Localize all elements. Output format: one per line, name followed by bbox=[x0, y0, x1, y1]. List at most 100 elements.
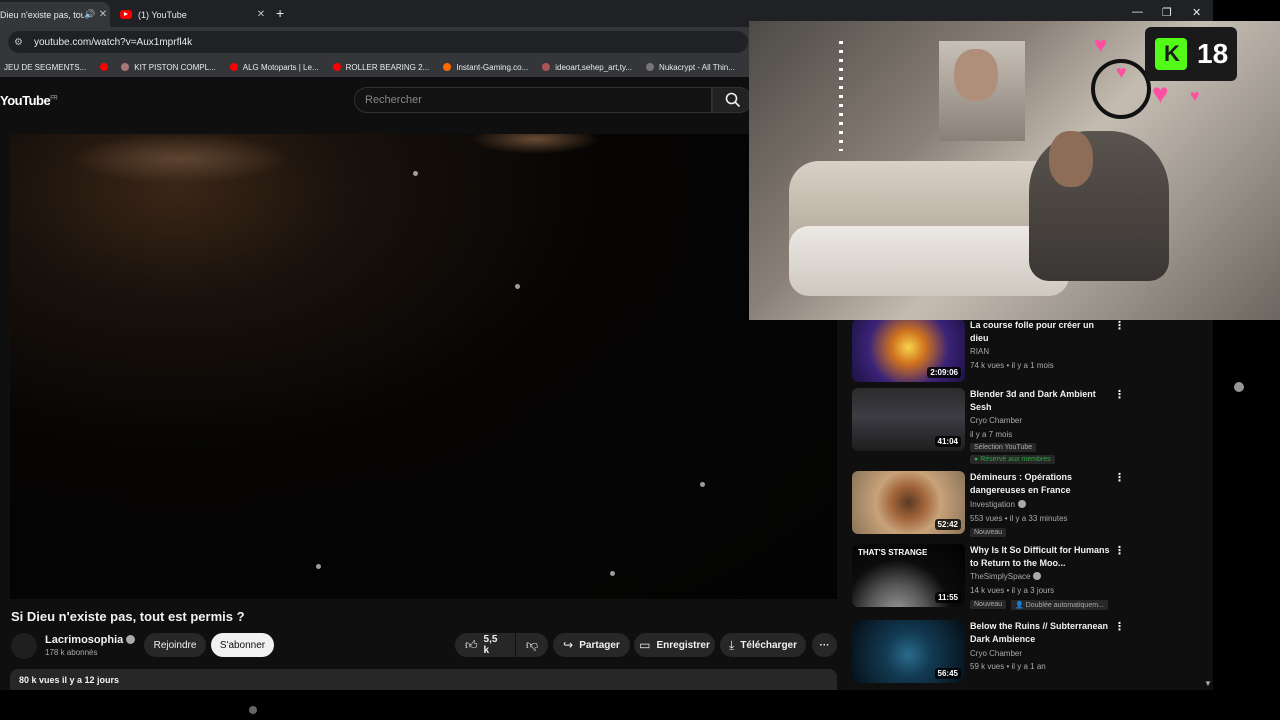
screen-speck bbox=[249, 706, 257, 714]
save-button[interactable]: ▭ Enregistrer bbox=[634, 633, 715, 657]
bookmark-favicon-icon bbox=[646, 63, 655, 71]
verified-icon bbox=[126, 635, 136, 644]
more-options-icon[interactable]: ⋮ bbox=[1114, 471, 1125, 484]
youtube-logo[interactable]: YouTubeFR bbox=[0, 93, 58, 108]
recommendation-item[interactable]: 56:45 Below the Ruins // Subterranean Da… bbox=[852, 620, 1125, 684]
recommendation-title: Blender 3d and Dark Ambient Sesh bbox=[970, 389, 1096, 412]
join-button[interactable]: Rejoindre bbox=[144, 633, 206, 657]
search-icon bbox=[725, 92, 741, 108]
thumbs-down-icon: 👎︎ bbox=[525, 637, 539, 652]
url-text: youtube.com/watch?v=Aux1mprfl4k bbox=[34, 36, 193, 48]
video-duration: 11:55 bbox=[934, 592, 961, 603]
bookmark-item[interactable]: Instant-Gaming.co... bbox=[443, 63, 528, 72]
description-box[interactable]: 80 k vues il y a 12 jours bbox=[10, 669, 837, 690]
video-thumbnail[interactable]: 41:04 bbox=[852, 388, 965, 451]
recommendation-item[interactable]: 41:04 Blender 3d and Dark Ambient Sesh C… bbox=[852, 388, 1125, 464]
heart-icon: ♥ bbox=[1152, 78, 1169, 109]
video-speck bbox=[515, 284, 520, 289]
recommendation-meta: 14 k vues • il y a 3 jours bbox=[970, 586, 1055, 595]
channel-name[interactable]: Lacrimosophia bbox=[45, 634, 136, 646]
subscribe-button[interactable]: S'abonner bbox=[211, 633, 274, 657]
more-options-icon[interactable]: ⋮ bbox=[1114, 544, 1125, 557]
poster-face bbox=[954, 49, 998, 101]
verified-icon bbox=[1017, 500, 1026, 508]
channel-avatar[interactable] bbox=[11, 633, 37, 659]
bookmark-item[interactable]: ideoart,sehep_art,ty... bbox=[542, 63, 632, 72]
video-thumbnail[interactable]: 2:09:06 bbox=[852, 319, 965, 382]
share-label: Partager bbox=[579, 639, 620, 651]
youtube-icon bbox=[332, 63, 341, 71]
close-tab-icon[interactable]: ✕ bbox=[254, 9, 268, 20]
recommendation-meta: 74 k vues • il y a 1 mois bbox=[970, 361, 1054, 370]
search-button[interactable] bbox=[712, 87, 752, 113]
auto-dubbed-badge: 👤 Doublée automatiquem... bbox=[1011, 600, 1108, 610]
thumbs-up-icon: 👍︎ bbox=[465, 637, 478, 652]
share-button[interactable]: ↪ Partager bbox=[553, 633, 630, 657]
restore-button[interactable]: ❐ bbox=[1162, 6, 1172, 19]
like-button[interactable]: 👍︎ 5,5 k bbox=[455, 633, 515, 657]
bookmark-item[interactable]: ROLLER BEARING 2... bbox=[332, 63, 429, 72]
video-thumbnail[interactable]: 56:45 bbox=[852, 620, 965, 683]
new-tab-button[interactable]: + bbox=[276, 5, 284, 21]
like-count: 5,5 k bbox=[483, 634, 498, 656]
bookmark-item[interactable]: ALG Motoparts | Le... bbox=[229, 62, 319, 72]
recommendation-meta: 59 k vues • il y a 1 an bbox=[970, 662, 1046, 671]
search-input[interactable]: Rechercher bbox=[354, 87, 712, 113]
video-duration: 52:42 bbox=[934, 519, 961, 530]
verified-icon bbox=[1033, 572, 1042, 580]
string-lights bbox=[839, 41, 843, 151]
bookmark-item[interactable]: KIT PISTON COMPL... bbox=[100, 63, 216, 72]
recommendation-title: Why Is It So Difficult for Humans to Ret… bbox=[970, 545, 1110, 568]
recommendation-item[interactable]: 2:09:06 La course folle pour créer un di… bbox=[852, 319, 1125, 383]
bookmark-label: ALG Motoparts | Le... bbox=[242, 62, 319, 72]
download-button[interactable]: ⤓ Télécharger bbox=[720, 633, 806, 657]
more-options-icon[interactable]: ⋮ bbox=[1114, 319, 1125, 332]
badge-text: Réservé aux membres bbox=[980, 456, 1051, 463]
bookmark-item[interactable]: Nukacrypt - All Thin... bbox=[646, 63, 735, 72]
recommendation-channel: Cryo Chamber bbox=[970, 416, 1023, 425]
video-duration: 56:45 bbox=[934, 668, 961, 679]
site-settings-icon[interactable]: ⚙ bbox=[14, 37, 28, 48]
more-options-icon[interactable]: ⋮ bbox=[1114, 620, 1125, 633]
video-thumbnail[interactable]: THAT'S STRANGE 11:55 bbox=[852, 544, 965, 607]
recommendation-item[interactable]: THAT'S STRANGE 11:55 Why Is It So Diffic… bbox=[852, 544, 1125, 610]
bookmark-favicon-icon bbox=[121, 63, 130, 71]
more-options-icon[interactable]: ⋮ bbox=[1114, 388, 1125, 401]
channel-name-text: Lacrimosophia bbox=[45, 634, 124, 646]
speaker-icon[interactable]: 🔊 bbox=[84, 9, 96, 20]
bookmark-label: ideoart,sehep_art,ty... bbox=[555, 62, 633, 72]
badge-text: Doublée automatiquem... bbox=[1025, 602, 1104, 609]
scroll-down-icon[interactable]: ▼ bbox=[1204, 679, 1212, 688]
video-player[interactable] bbox=[10, 134, 837, 599]
recommendation-item[interactable]: 52:42 Démineurs : Opérations dangereuses… bbox=[852, 471, 1125, 537]
video-speck bbox=[610, 571, 615, 576]
more-actions-button[interactable]: ··· bbox=[812, 633, 837, 657]
youtube-favicon-icon bbox=[120, 10, 132, 19]
dislike-button[interactable]: 👎︎ bbox=[516, 633, 548, 657]
video-thumbnail[interactable]: 52:42 bbox=[852, 471, 965, 534]
tab-video[interactable]: Dieu n'existe pas, tout 🔊 ✕ bbox=[0, 2, 110, 27]
tab-title: Dieu n'existe pas, tout bbox=[0, 9, 84, 20]
blanket bbox=[789, 226, 1069, 296]
recommendation-title: Démineurs : Opérations dangereuses en Fr… bbox=[970, 472, 1073, 495]
close-window-button[interactable]: ✕ bbox=[1192, 6, 1201, 19]
address-bar[interactable]: ⚙ youtube.com/watch?v=Aux1mprfl4k bbox=[8, 31, 748, 53]
bookmark-item[interactable]: JEU DE SEGMENTS... bbox=[4, 63, 86, 72]
video-speck bbox=[700, 482, 705, 487]
bookmark-label: Instant-Gaming.co... bbox=[456, 62, 529, 72]
instant-gaming-icon bbox=[443, 63, 452, 71]
recommendation-channel: Cryo Chamber bbox=[970, 649, 1023, 658]
tab-youtube[interactable]: (1) YouTube ✕ bbox=[114, 2, 268, 27]
video-title: Si Dieu n'existe pas, tout est permis ? bbox=[11, 609, 245, 624]
channel-text: Investigation bbox=[970, 500, 1015, 509]
bookmark-label: KIT PISTON COMPL... bbox=[134, 62, 216, 72]
minimize-button[interactable]: — bbox=[1132, 6, 1143, 18]
screen-speck bbox=[1234, 382, 1244, 392]
recommendation-channel: TheSimplySpace bbox=[970, 572, 1042, 581]
bookmark-label: JEU DE SEGMENTS... bbox=[4, 62, 87, 72]
search-placeholder: Rechercher bbox=[365, 94, 422, 106]
recommendation-meta: 553 vues • il y a 33 minutes bbox=[970, 514, 1068, 523]
close-tab-icon[interactable]: ✕ bbox=[96, 9, 110, 20]
subscriber-count: 178 k abonnés bbox=[45, 648, 98, 657]
recommendation-title: Below the Ruins // Subterranean Dark Amb… bbox=[970, 621, 1109, 644]
